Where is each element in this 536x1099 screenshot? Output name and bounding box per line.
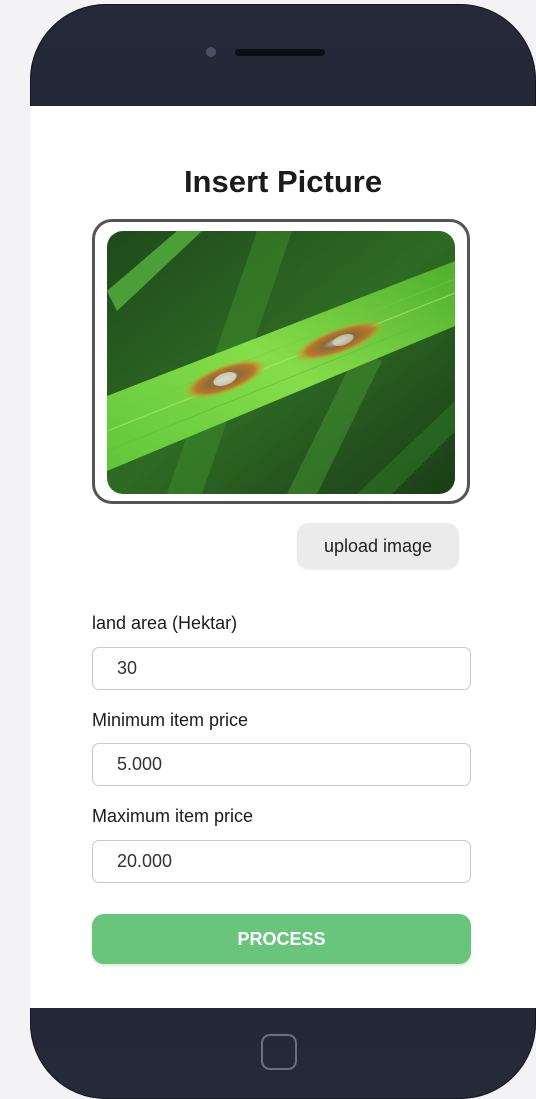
maximum-price-input[interactable] [92, 840, 471, 883]
phone-frame: Insert Picture upload image land area (H… [30, 4, 536, 1099]
minimum-price-label: Minimum item price [92, 710, 249, 730]
front-camera-icon [206, 47, 216, 57]
speaker-icon [235, 49, 325, 56]
home-button-icon[interactable] [261, 1034, 297, 1070]
upload-image-button[interactable]: upload image [297, 523, 459, 569]
app-screen: Insert Picture upload image land area (H… [30, 106, 536, 1008]
process-button[interactable]: PROCESS [92, 914, 471, 964]
land-area-label: land area (Hektar) [92, 613, 238, 633]
land-area-input[interactable] [92, 647, 471, 690]
image-preview-frame [92, 219, 470, 504]
page-title: Insert Picture [183, 164, 383, 199]
minimum-price-input[interactable] [92, 743, 471, 786]
maximum-price-label: Maximum item price [92, 806, 254, 826]
leaf-photo [107, 231, 455, 494]
